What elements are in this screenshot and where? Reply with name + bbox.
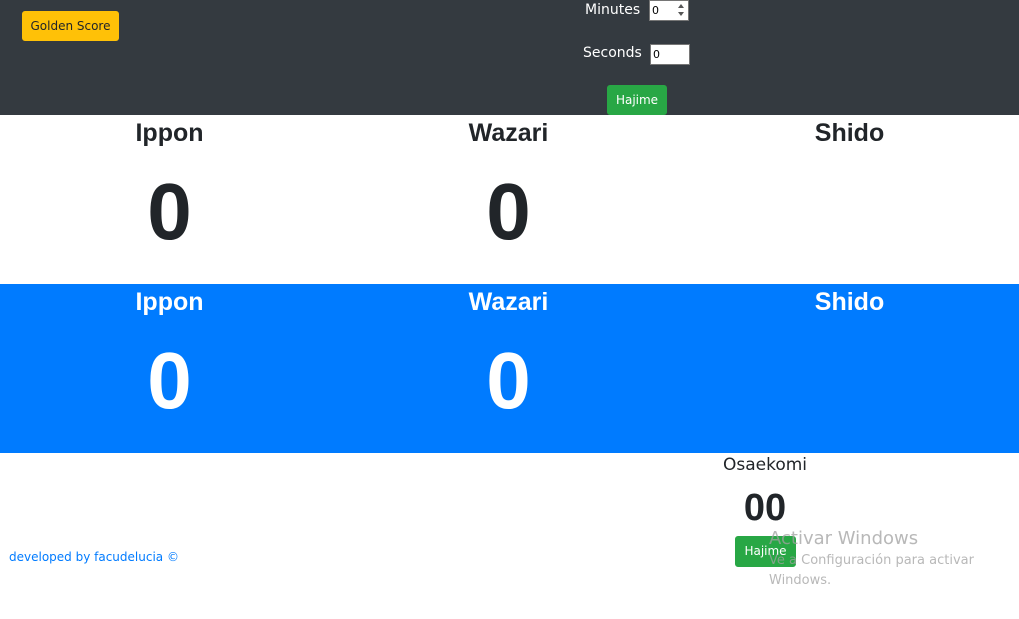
white-wazari-column: Wazari 0 <box>339 115 678 284</box>
hajime-button[interactable]: Hajime <box>607 85 667 115</box>
white-shido-label: Shido <box>814 119 885 147</box>
seconds-input-value: 0 <box>653 48 660 61</box>
osaekomi-hajime-button[interactable]: Hajime <box>735 536 796 567</box>
white-ippon-label: Ippon <box>135 119 204 147</box>
blue-ippon-column: Ippon 0 <box>0 284 339 453</box>
osaekomi-timer: 00 <box>743 487 787 529</box>
developer-credit-link[interactable]: developed by facudelucia © <box>9 550 179 564</box>
white-ippon-column: Ippon 0 <box>0 115 339 284</box>
white-wazari-score[interactable]: 0 <box>339 164 678 260</box>
blue-competitor-panel: Ippon 0 Wazari 0 Shido <box>0 284 1019 453</box>
white-competitor-panel: Ippon 0 Wazari 0 Shido <box>0 115 1019 284</box>
minutes-input[interactable]: 0 <box>649 0 689 21</box>
blue-shido-column: Shido <box>680 284 1019 453</box>
control-bar: Golden Score Minutes 0 Seconds 0 Hajime <box>0 0 1019 115</box>
seconds-row: Seconds <box>583 45 642 61</box>
minutes-spinner[interactable] <box>678 2 686 19</box>
blue-ippon-label: Ippon <box>135 288 204 316</box>
blue-wazari-score[interactable]: 0 <box>339 333 678 429</box>
minutes-input-value: 0 <box>652 4 659 17</box>
osaekomi-title: Osaekomi <box>722 455 808 475</box>
spinner-down-icon[interactable] <box>678 12 684 16</box>
minutes-row: Minutes <box>585 2 640 18</box>
white-shido-column: Shido <box>680 115 1019 284</box>
white-ippon-score[interactable]: 0 <box>0 164 339 260</box>
watermark-subtitle: Ve a Configuración para activar Windows. <box>769 553 974 588</box>
blue-shido-label: Shido <box>814 288 885 316</box>
blue-ippon-score[interactable]: 0 <box>0 333 339 429</box>
seconds-input[interactable]: 0 <box>650 44 690 65</box>
spinner-up-icon[interactable] <box>678 4 684 8</box>
seconds-label: Seconds <box>583 45 642 61</box>
white-wazari-label: Wazari <box>468 119 549 147</box>
minutes-label: Minutes <box>585 2 641 18</box>
blue-wazari-column: Wazari 0 <box>339 284 678 453</box>
windows-activation-watermark: Activar Windows Ve a Configuración para … <box>769 527 999 591</box>
golden-score-button[interactable]: Golden Score <box>22 11 119 41</box>
blue-wazari-label: Wazari <box>468 288 549 316</box>
